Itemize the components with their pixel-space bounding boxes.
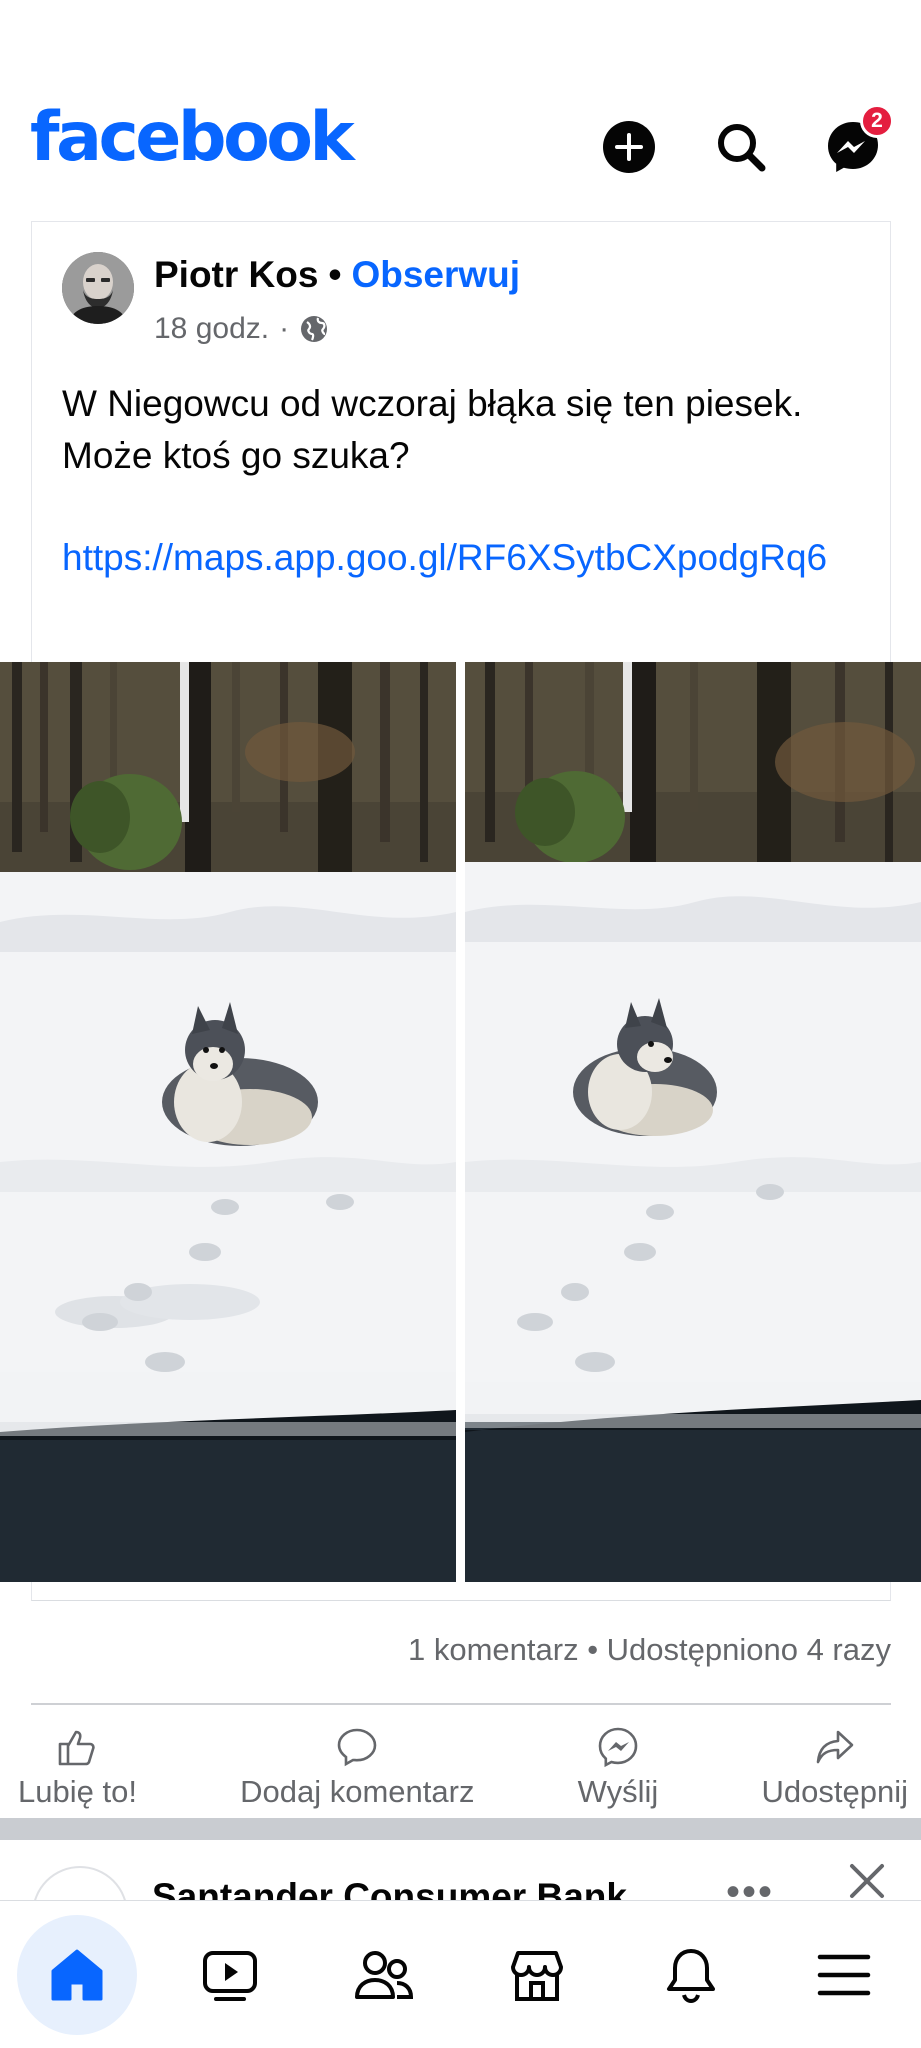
home-icon [51,1949,103,2000]
name-separator: • [328,254,342,295]
nav-friends[interactable] [324,1915,444,2035]
nav-notifications[interactable] [631,1915,751,2035]
author-line: Piotr Kos • Obserwuj [154,254,520,296]
post-photos [0,662,921,1582]
post-actions: Lubię to! Dodaj komentarz Wyślij Udostęp… [18,1712,908,1812]
messenger-button[interactable]: 2 [822,104,894,178]
more-options-icon[interactable]: ••• [726,1870,774,1900]
thumbs-up-icon [59,1730,96,1766]
video-icon [203,1950,258,2001]
messenger-badge: 2 [860,104,894,138]
comment-button[interactable]: Dodaj komentarz [240,1712,474,1812]
hamburger-menu-icon [818,1954,871,1995]
photo-1[interactable] [0,662,456,1582]
post-text: W Niegowcu od wczoraj błąka się ten pies… [62,383,803,476]
post-meta: 18 godz. · [154,312,329,346]
next-post-card: Santander Consumer Bank ••• [0,1840,921,1900]
nav-menu[interactable] [784,1915,904,2035]
bell-icon [666,1948,715,2003]
comment-icon [337,1728,377,1767]
photo-2[interactable] [465,662,921,1582]
next-post-avatar[interactable] [32,1866,128,1900]
feed-separator [0,1818,921,1840]
post-time[interactable]: 18 godz. [154,312,269,346]
post-stats[interactable]: 1 komentarz • Udostępniono 4 razy [408,1632,891,1668]
nav-home[interactable] [16,1914,137,2035]
create-button[interactable] [598,116,660,178]
author-name[interactable]: Piotr Kos [154,254,318,295]
friends-icon [354,1950,413,1999]
globe-icon [301,316,328,342]
marketplace-icon [511,1950,564,2001]
meta-separator: · [279,312,290,345]
like-label: Lubię to! [18,1774,137,1809]
close-icon[interactable] [846,1860,888,1900]
top-bar: facebook 2 [0,0,921,200]
share-button[interactable]: Udostępnij [762,1712,908,1812]
next-post-author[interactable]: Santander Consumer Bank [152,1876,627,1900]
search-icon [718,124,766,172]
nav-video[interactable] [170,1915,290,2035]
post-link[interactable]: https://maps.app.goo.gl/RF6XSytbCXpodgRq… [62,532,882,584]
actions-divider [31,1703,891,1705]
send-label: Wyślij [577,1774,659,1809]
send-button[interactable]: Wyślij [577,1712,659,1812]
follow-link[interactable]: Obserwuj [351,254,520,295]
plus-circle-icon [603,121,655,173]
facebook-logo[interactable]: facebook [30,104,355,172]
share-icon [816,1730,854,1764]
bottom-navigation [0,1900,921,2048]
nav-marketplace[interactable] [477,1915,597,2035]
search-button[interactable] [710,116,772,178]
comment-label: Dodaj komentarz [240,1774,475,1809]
author-avatar[interactable] [62,252,134,324]
share-label: Udostępnij [761,1774,908,1809]
like-button[interactable]: Lubię to! [18,1712,137,1812]
messenger-outline-icon [598,1727,638,1768]
